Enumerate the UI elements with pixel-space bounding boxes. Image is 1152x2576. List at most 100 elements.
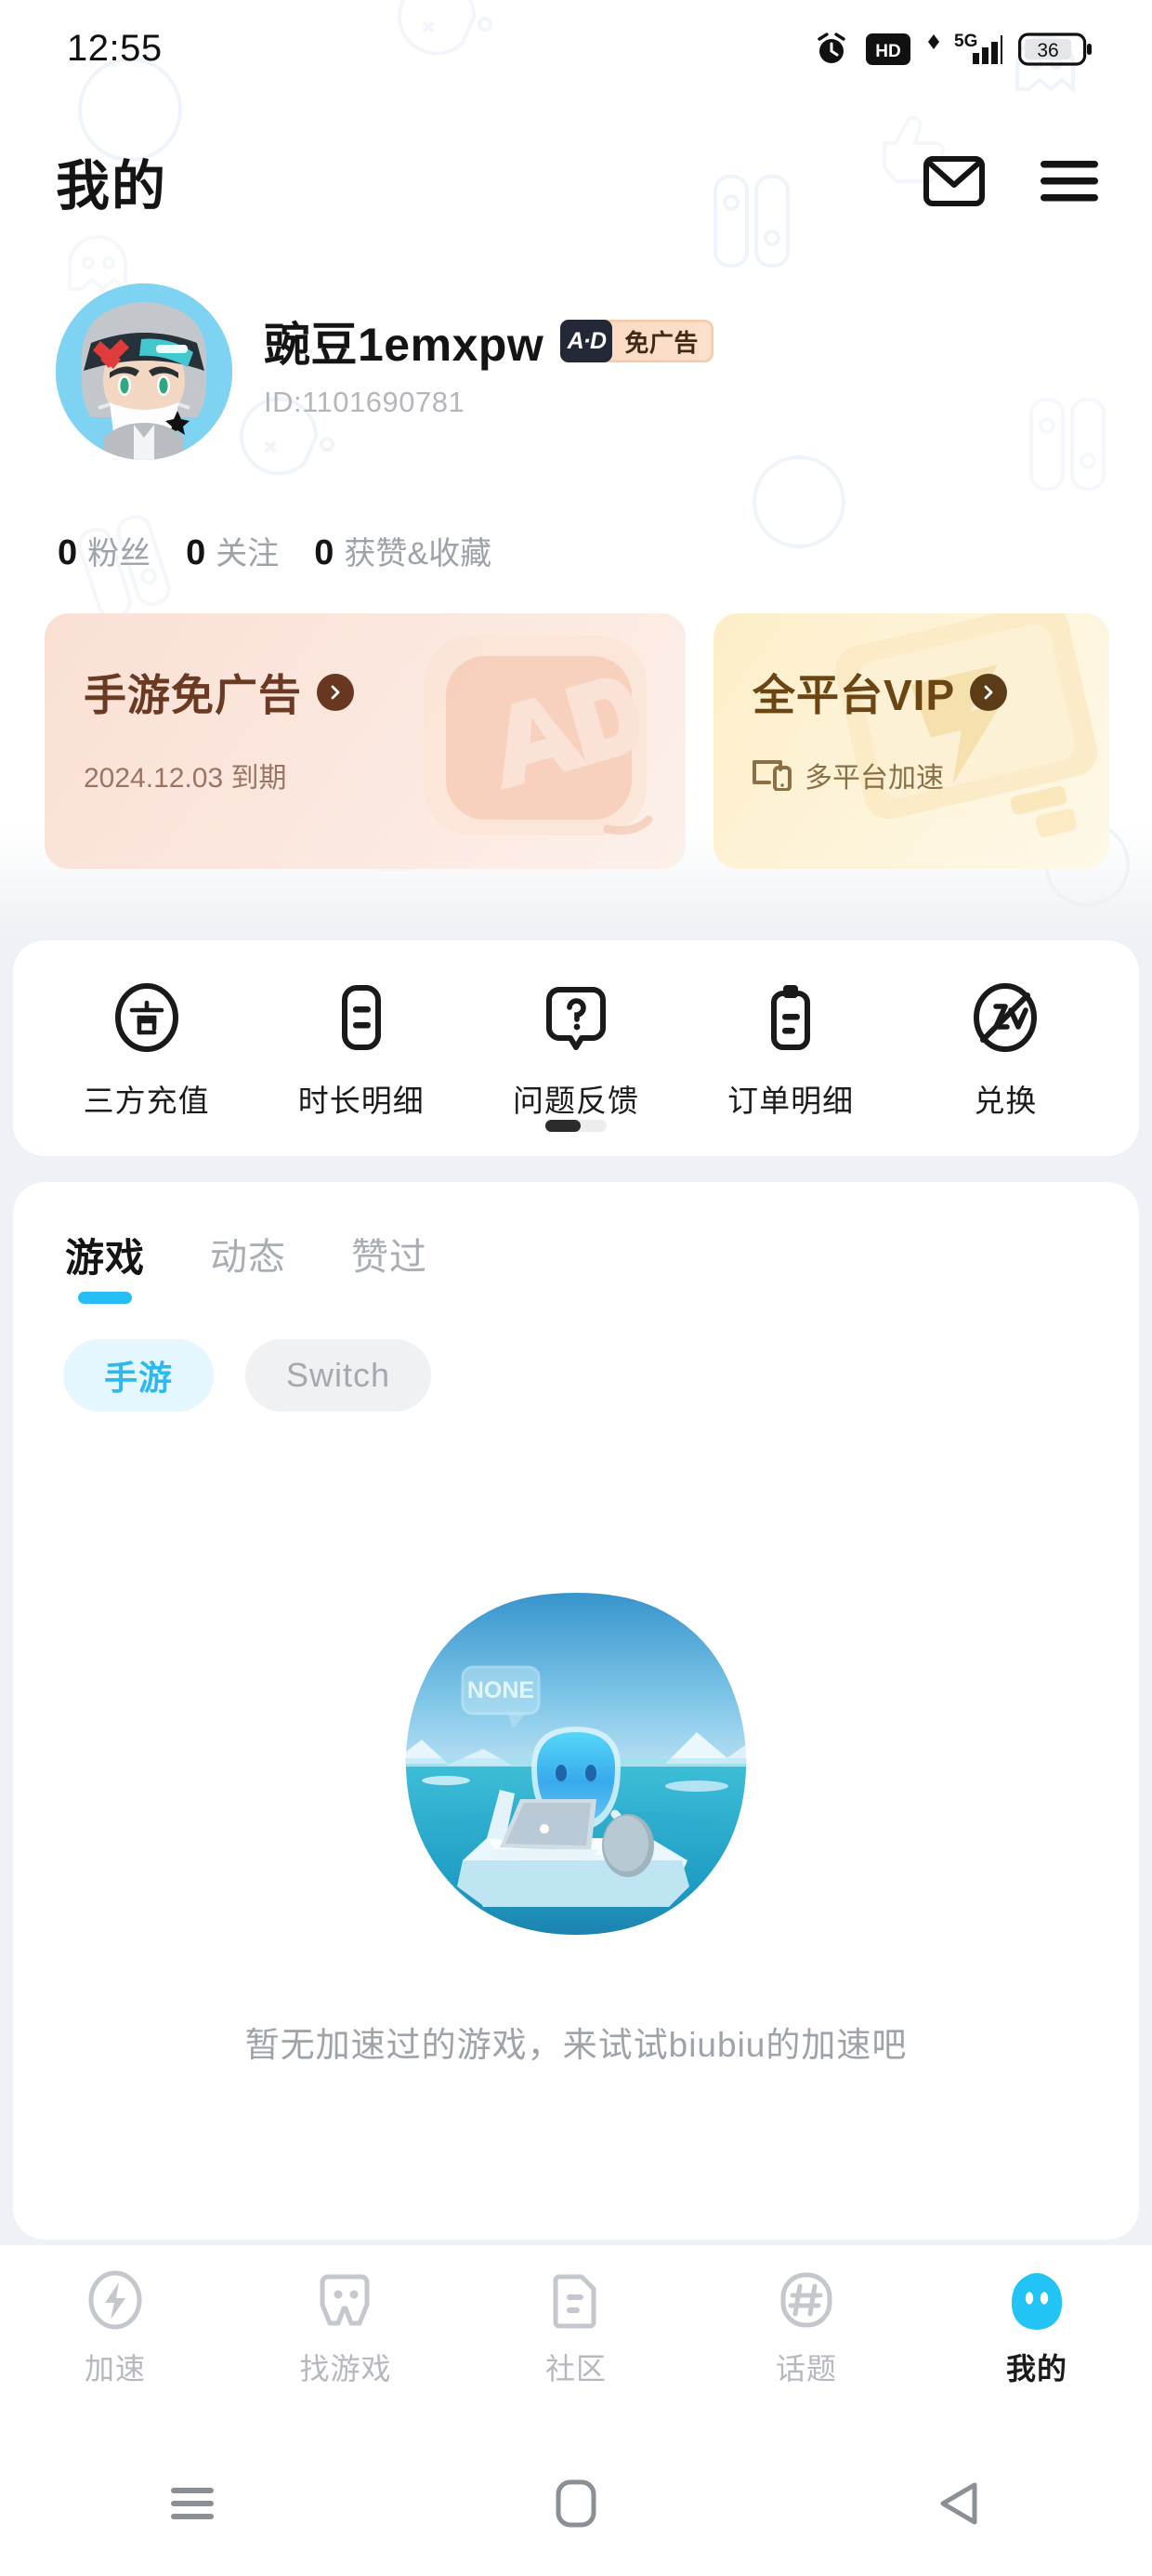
quick-action-duration[interactable]: 时长明细 xyxy=(273,982,450,1121)
svg-text:HD: HD xyxy=(875,42,900,61)
username-row: 豌豆1emxpw A·D 免广告 xyxy=(264,308,713,375)
avatar[interactable] xyxy=(56,283,232,460)
mascot-profile-icon xyxy=(1011,2273,1063,2330)
tab-dynamic[interactable]: 动态 xyxy=(210,1227,286,1301)
quick-action-redeem[interactable]: 兑换 xyxy=(917,982,1093,1121)
quick-action-label: 问题反馈 xyxy=(512,1084,639,1118)
page-indicator-thumb xyxy=(545,1120,581,1132)
stat-label: 粉丝 xyxy=(87,536,151,572)
nav-item-mine[interactable]: 我的 xyxy=(944,2269,1130,2388)
quick-action-label: 时长明细 xyxy=(297,1084,425,1118)
hd-icon: HD xyxy=(866,33,910,65)
order-clipboard-icon xyxy=(771,985,811,1050)
bottom-navigation: 加速 找游戏 社区 话题 我的 xyxy=(0,2245,1152,2431)
stat-label: 获赞&收藏 xyxy=(344,536,492,572)
empty-state-text: 暂无加速过的游戏，来试试biubiu的加速吧 xyxy=(244,2026,908,2064)
tab-liked[interactable]: 赞过 xyxy=(351,1227,427,1301)
bolt-icon xyxy=(88,2270,142,2330)
promo-card-ad-free[interactable]: 手游免广告 2024.12.03 到期 xyxy=(45,613,686,869)
promo-title-text: 全平台VIP xyxy=(753,671,956,719)
promo-subtitle: 2024.12.03 到期 xyxy=(84,755,686,795)
status-clock: 12:55 xyxy=(67,28,163,69)
page-indicator-track xyxy=(545,1120,607,1132)
system-navigation-bar xyxy=(0,2431,1152,2576)
promo-title-text: 手游免广告 xyxy=(84,671,302,719)
hamburger-menu-icon[interactable] xyxy=(1041,160,1098,203)
vip-monitor-art xyxy=(835,613,1098,837)
promo-subtitle-text: 多平台加速 xyxy=(805,763,944,794)
status-bar: 12:55 HD 5G 36 xyxy=(0,0,1152,98)
battery-level: 36 xyxy=(1037,40,1058,61)
ad-badge-chip: A·D xyxy=(560,320,613,362)
nav-item-find-games[interactable]: 找游戏 xyxy=(253,2269,439,2388)
profile-section[interactable]: 豌豆1emxpw A·D 免广告 ID:1101690781 xyxy=(56,283,713,460)
ad-logo-art xyxy=(424,636,653,835)
quick-action-orders[interactable]: 订单明细 xyxy=(702,982,879,1121)
username: 豌豆1emxpw xyxy=(264,319,544,371)
nav-item-topics[interactable]: 话题 xyxy=(713,2269,899,2388)
stat-count: 0 xyxy=(314,533,334,572)
nav-label: 社区 xyxy=(544,2352,607,2385)
multi-device-icon xyxy=(753,760,792,791)
recent-apps-button[interactable] xyxy=(123,2486,262,2521)
stat-followers[interactable]: 0 粉丝 xyxy=(58,528,151,573)
quick-action-label: 三方充值 xyxy=(83,1084,210,1118)
tab-active-indicator xyxy=(78,1292,132,1304)
question-bubble-icon xyxy=(545,987,606,1050)
iceberg-mascot-illustration: NONE xyxy=(405,1593,747,1935)
page-title: 我的 xyxy=(56,156,168,217)
empty-state: NONE 暂无加速过的游戏，来试试biubiu的加速吧 xyxy=(13,1582,1139,2067)
stat-count: 0 xyxy=(186,533,206,572)
status-icons: HD 5G 36 xyxy=(813,31,1094,68)
nav-label: 加速 xyxy=(84,2352,146,2385)
content-card: 游戏 动态 赞过 手游 Switch NONE 暂无加速过的游戏，来试试biub… xyxy=(13,1182,1139,2240)
back-button[interactable] xyxy=(890,2480,1029,2527)
promo-card-vip[interactable]: 全平台VIP 多平台加速 xyxy=(713,613,1109,869)
battery-icon: 36 xyxy=(1018,32,1092,66)
svg-text:5G: 5G xyxy=(954,32,977,51)
hash-topic-icon xyxy=(780,2272,832,2328)
alarm-icon xyxy=(818,32,845,63)
stat-count: 0 xyxy=(58,533,78,572)
nav-label: 找游戏 xyxy=(299,2352,392,2385)
stat-label: 关注 xyxy=(216,536,280,572)
quick-action-feedback[interactable]: 问题反馈 xyxy=(488,982,664,1121)
nav-item-community[interactable]: 社区 xyxy=(483,2269,669,2388)
recharge-circle-icon xyxy=(114,983,178,1052)
nav-item-accelerate[interactable]: 加速 xyxy=(22,2269,208,2388)
bubble-text: NONE xyxy=(467,1677,534,1703)
redeem-icon xyxy=(974,983,1038,1052)
nav-label: 我的 xyxy=(1005,2352,1067,2385)
5g-signal-icon: 5G xyxy=(928,32,1002,64)
quick-actions-page-indicator[interactable] xyxy=(13,1120,1139,1132)
profile-text: 豌豆1emxpw A·D 免广告 ID:1101690781 xyxy=(264,283,713,419)
quick-action-recharge[interactable]: 三方充值 xyxy=(59,982,235,1121)
stat-likes-collections[interactable]: 0 获赞&收藏 xyxy=(314,528,491,573)
tab-label: 动态 xyxy=(210,1237,287,1278)
profile-stats: 0 粉丝 0 关注 0 获赞&收藏 xyxy=(58,528,491,573)
stat-following[interactable]: 0 关注 xyxy=(186,528,279,573)
home-button[interactable] xyxy=(506,2479,646,2528)
recent-apps-icon xyxy=(170,2488,214,2519)
ad-free-badge[interactable]: A·D 免广告 xyxy=(560,320,713,362)
promo-title: 手游免广告 xyxy=(84,662,686,723)
chip-mobile-games[interactable]: 手游 xyxy=(63,1339,215,1412)
community-doc-icon xyxy=(553,2274,596,2329)
nav-label: 话题 xyxy=(775,2352,837,2385)
tab-games[interactable]: 游戏 xyxy=(65,1227,145,1304)
promo-subtitle: 多平台加速 xyxy=(753,755,1109,795)
quick-actions-card: 三方充值 时长明细 问题反馈 订单明细 兑换 xyxy=(13,940,1139,1156)
platform-filter-chips: 手游 Switch xyxy=(13,1304,1139,1412)
content-tabs: 游戏 动态 赞过 xyxy=(13,1182,1139,1304)
quick-action-label: 兑换 xyxy=(974,1084,1038,1118)
gamepad-icon xyxy=(320,2274,370,2326)
mail-icon[interactable] xyxy=(923,156,985,206)
promo-cards: 手游免广告 2024.12.03 到期 全平台VIP 多平台加速 xyxy=(45,613,1109,869)
header-actions xyxy=(923,156,1098,206)
chip-switch[interactable]: Switch xyxy=(245,1339,432,1412)
tab-label: 游戏 xyxy=(65,1236,146,1280)
page-header: 我的 xyxy=(0,130,1152,232)
chevron-right-icon xyxy=(317,674,354,711)
chevron-right-icon xyxy=(970,674,1008,711)
ad-badge-label: 免广告 xyxy=(624,328,699,357)
